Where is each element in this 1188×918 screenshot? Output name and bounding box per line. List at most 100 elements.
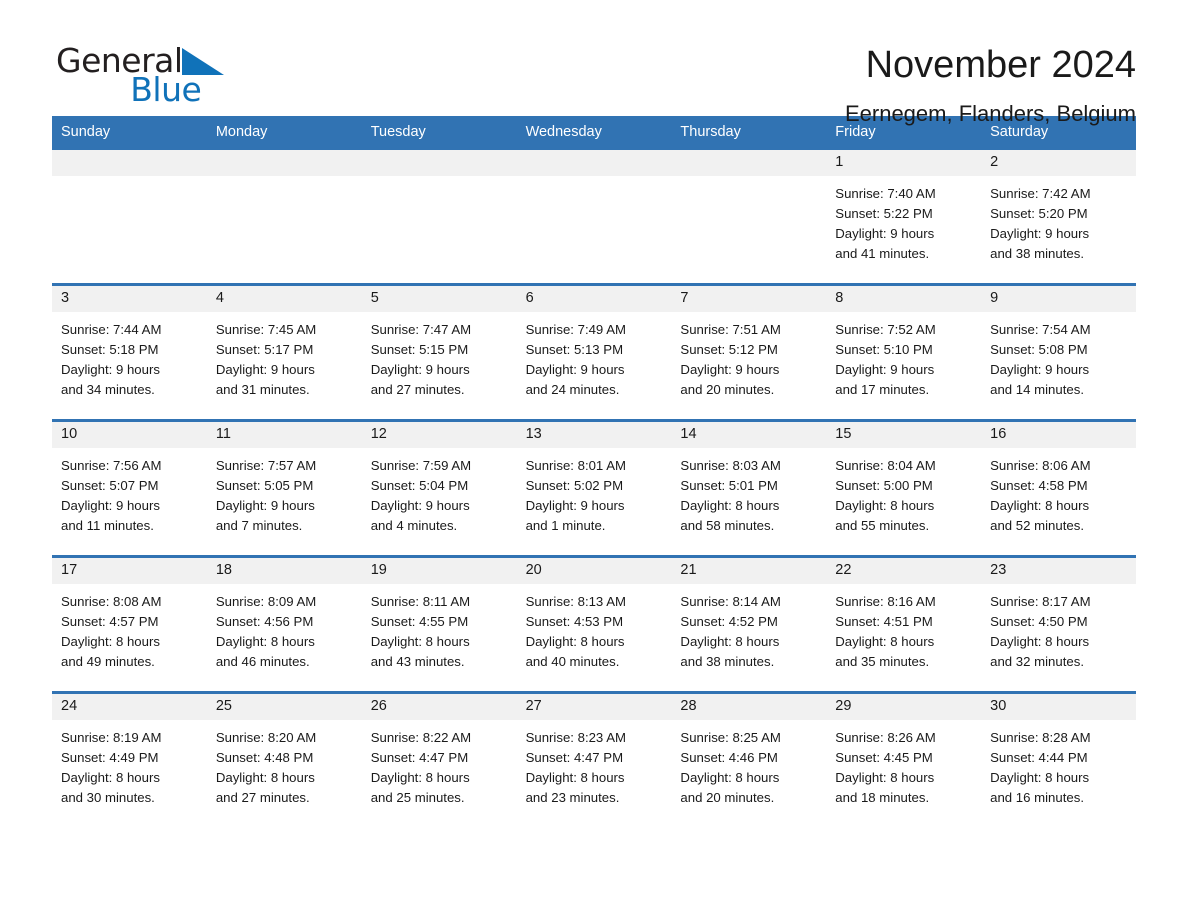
day-cell[interactable]: 25 Sunrise: 8:20 AM Sunset: 4:48 PM Dayl… (206, 694, 362, 828)
weekday-header-row: Sunday Monday Tuesday Wednesday Thursday… (52, 116, 1136, 151)
day-cell[interactable]: 22 Sunrise: 8:16 AM Sunset: 4:51 PM Dayl… (826, 558, 982, 692)
day-details (207, 176, 362, 184)
day-details: Sunrise: 7:56 AM Sunset: 5:07 PM Dayligh… (52, 448, 207, 535)
day-cell[interactable]: 28 Sunrise: 8:25 AM Sunset: 4:46 PM Dayl… (671, 694, 827, 828)
daylight-text-line2: and 49 minutes. (61, 653, 155, 669)
day-cell[interactable]: 3 Sunrise: 7:44 AM Sunset: 5:18 PM Dayli… (52, 286, 207, 420)
daylight-text-line1: Daylight: 8 hours (835, 769, 935, 785)
day-cell[interactable] (52, 150, 207, 284)
day-cell[interactable]: 9 Sunrise: 7:54 AM Sunset: 5:08 PM Dayli… (981, 286, 1136, 420)
sunset-text: Sunset: 4:47 PM (525, 750, 624, 766)
day-details: Sunrise: 8:19 AM Sunset: 4:49 PM Dayligh… (52, 720, 207, 807)
day-cell[interactable]: 19 Sunrise: 8:11 AM Sunset: 4:55 PM Dayl… (361, 558, 517, 692)
brand-logo[interactable]: General Blue (56, 44, 224, 106)
daylight-text-line1: Daylight: 8 hours (835, 633, 935, 649)
day-details: Sunrise: 8:09 AM Sunset: 4:56 PM Dayligh… (207, 584, 362, 671)
day-cell[interactable]: 29 Sunrise: 8:26 AM Sunset: 4:45 PM Dayl… (826, 694, 982, 828)
day-details: Sunrise: 7:54 AM Sunset: 5:08 PM Dayligh… (981, 312, 1136, 399)
sunset-text: Sunset: 5:15 PM (370, 342, 469, 358)
day-details: Sunrise: 8:04 AM Sunset: 5:00 PM Dayligh… (826, 448, 981, 535)
weekday-header-monday: Monday (215, 124, 268, 140)
sunset-text: Sunset: 5:22 PM (835, 206, 933, 222)
sunrise-text: Sunrise: 7:56 AM (61, 458, 162, 474)
day-cell[interactable]: 30 Sunrise: 8:28 AM Sunset: 4:44 PM Dayl… (981, 694, 1136, 828)
day-cell[interactable]: 10 Sunrise: 7:56 AM Sunset: 5:07 PM Dayl… (52, 422, 207, 556)
day-cell[interactable] (671, 150, 827, 284)
day-cell[interactable]: 12 Sunrise: 7:59 AM Sunset: 5:04 PM Dayl… (361, 422, 517, 556)
day-cell[interactable]: 18 Sunrise: 8:09 AM Sunset: 4:56 PM Dayl… (206, 558, 362, 692)
day-number: 26 (361, 694, 517, 721)
day-number: 1 (826, 150, 982, 177)
day-cell[interactable]: 23 Sunrise: 8:17 AM Sunset: 4:50 PM Dayl… (981, 558, 1136, 692)
day-number: 7 (671, 286, 827, 313)
day-number: 29 (826, 694, 982, 721)
day-cell[interactable]: 15 Sunrise: 8:04 AM Sunset: 5:00 PM Dayl… (826, 422, 982, 556)
daylight-text-line2: and 34 minutes. (61, 381, 155, 397)
day-number: 14 (671, 422, 827, 449)
daylight-text-line2: and 20 minutes. (680, 789, 775, 805)
day-details: Sunrise: 8:11 AM Sunset: 4:55 PM Dayligh… (362, 584, 517, 671)
day-number: 23 (981, 558, 1136, 585)
day-cell[interactable]: 24 Sunrise: 8:19 AM Sunset: 4:49 PM Dayl… (52, 694, 207, 828)
day-number: 27 (516, 694, 672, 721)
day-details (52, 176, 207, 184)
day-cell[interactable] (516, 150, 672, 284)
daylight-text-line2: and 40 minutes. (525, 653, 620, 669)
day-cell[interactable] (361, 150, 517, 284)
daylight-text-line1: Daylight: 8 hours (215, 769, 315, 785)
calendar-week-row: 17 Sunrise: 8:08 AM Sunset: 4:57 PM Dayl… (52, 555, 1136, 692)
daylight-text-line2: and 27 minutes. (370, 381, 465, 397)
day-number: 15 (826, 422, 982, 449)
day-cell[interactable]: 17 Sunrise: 8:08 AM Sunset: 4:57 PM Dayl… (52, 558, 207, 692)
day-number (516, 150, 672, 177)
day-cell[interactable]: 7 Sunrise: 7:51 AM Sunset: 5:12 PM Dayli… (671, 286, 827, 420)
sunset-text: Sunset: 4:56 PM (215, 614, 314, 630)
day-cell[interactable]: 4 Sunrise: 7:45 AM Sunset: 5:17 PM Dayli… (206, 286, 362, 420)
sunset-text: Sunset: 5:13 PM (525, 342, 624, 358)
sunrise-text: Sunrise: 8:01 AM (525, 458, 626, 474)
day-details: Sunrise: 8:03 AM Sunset: 5:01 PM Dayligh… (671, 448, 826, 535)
day-cell[interactable]: 26 Sunrise: 8:22 AM Sunset: 4:47 PM Dayl… (361, 694, 517, 828)
day-cell[interactable]: 11 Sunrise: 7:57 AM Sunset: 5:05 PM Dayl… (206, 422, 362, 556)
sunset-text: Sunset: 5:04 PM (370, 478, 469, 494)
daylight-text-line2: and 35 minutes. (835, 653, 930, 669)
daylight-text-line1: Daylight: 8 hours (370, 769, 470, 785)
sunset-text: Sunset: 5:07 PM (61, 478, 159, 494)
day-cell[interactable]: 8 Sunrise: 7:52 AM Sunset: 5:10 PM Dayli… (826, 286, 982, 420)
day-cell[interactable]: 21 Sunrise: 8:14 AM Sunset: 4:52 PM Dayl… (671, 558, 827, 692)
sunset-text: Sunset: 5:20 PM (990, 206, 1088, 222)
day-cell[interactable]: 14 Sunrise: 8:03 AM Sunset: 5:01 PM Dayl… (671, 422, 827, 556)
day-cell[interactable]: 1 Sunrise: 7:40 AM Sunset: 5:22 PM Dayli… (826, 150, 982, 284)
day-cell[interactable]: 6 Sunrise: 7:49 AM Sunset: 5:13 PM Dayli… (516, 286, 672, 420)
day-number (361, 150, 517, 177)
daylight-text-line2: and 24 minutes. (525, 381, 620, 397)
daylight-text-line2: and 11 minutes. (61, 517, 154, 533)
day-cell[interactable]: 2 Sunrise: 7:42 AM Sunset: 5:20 PM Dayli… (981, 150, 1136, 284)
sunrise-text: Sunrise: 7:42 AM (990, 186, 1091, 202)
weekday-header-wednesday: Wednesday (525, 124, 602, 140)
daylight-text-line1: Daylight: 8 hours (61, 633, 160, 649)
daylight-text-line2: and 17 minutes. (835, 381, 930, 397)
sunrise-text: Sunrise: 7:44 AM (61, 322, 162, 338)
day-details: Sunrise: 7:42 AM Sunset: 5:20 PM Dayligh… (981, 176, 1136, 263)
daylight-text-line1: Daylight: 8 hours (525, 769, 625, 785)
day-cell[interactable]: 13 Sunrise: 8:01 AM Sunset: 5:02 PM Dayl… (516, 422, 672, 556)
sunset-text: Sunset: 5:12 PM (680, 342, 778, 358)
daylight-text-line1: Daylight: 8 hours (680, 633, 780, 649)
daylight-text-line1: Daylight: 8 hours (370, 633, 470, 649)
daylight-text-line1: Daylight: 9 hours (61, 361, 160, 377)
day-cell[interactable]: 20 Sunrise: 8:13 AM Sunset: 4:53 PM Dayl… (516, 558, 672, 692)
page-title: November 2024 (865, 44, 1136, 86)
day-cell[interactable]: 27 Sunrise: 8:23 AM Sunset: 4:47 PM Dayl… (516, 694, 672, 828)
daylight-text-line1: Daylight: 8 hours (835, 497, 935, 513)
sunrise-text: Sunrise: 8:09 AM (215, 594, 317, 610)
day-details: Sunrise: 8:26 AM Sunset: 4:45 PM Dayligh… (826, 720, 981, 807)
sunrise-text: Sunrise: 7:49 AM (525, 322, 626, 338)
day-cell[interactable]: 5 Sunrise: 7:47 AM Sunset: 5:15 PM Dayli… (361, 286, 517, 420)
day-cell[interactable]: 16 Sunrise: 8:06 AM Sunset: 4:58 PM Dayl… (981, 422, 1136, 556)
day-details: Sunrise: 8:14 AM Sunset: 4:52 PM Dayligh… (671, 584, 826, 671)
day-cell[interactable] (206, 150, 362, 284)
day-number: 28 (671, 694, 827, 721)
day-number: 24 (52, 694, 207, 721)
calendar-grid: Sunday Monday Tuesday Wednesday Thursday… (52, 116, 1136, 828)
